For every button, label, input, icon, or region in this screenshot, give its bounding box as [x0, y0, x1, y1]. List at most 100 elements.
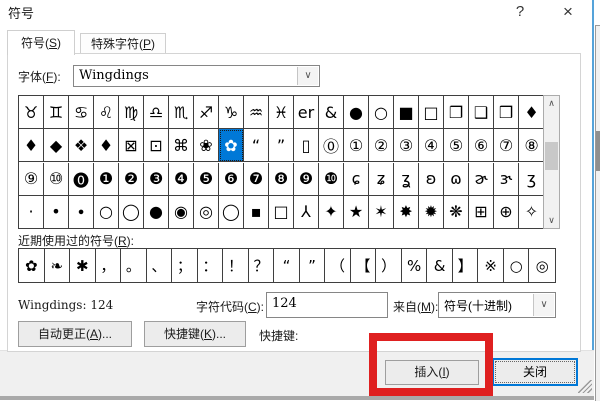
symbol-cell[interactable]: ★	[344, 195, 369, 228]
symbol-cell[interactable]: ♦	[94, 129, 119, 163]
symbol-cell[interactable]: ※	[478, 249, 504, 282]
symbol-cell[interactable]: ♎	[144, 96, 169, 129]
symbol-cell[interactable]: ○	[369, 96, 394, 129]
symbol-cell[interactable]: ❧	[45, 249, 71, 282]
symbol-cell[interactable]: ❷	[119, 162, 144, 196]
symbol-cell[interactable]: ①	[344, 129, 369, 163]
symbol-cell[interactable]: ɝ	[494, 162, 519, 196]
symbol-cell[interactable]: ⓿	[69, 162, 94, 196]
symbol-cell[interactable]: ❹	[169, 162, 194, 196]
symbol-cell[interactable]: ɷ	[444, 162, 469, 196]
symbol-cell[interactable]: ❋	[444, 195, 469, 228]
symbol-cell[interactable]: ♓	[269, 96, 294, 129]
background-window-scrollbar[interactable]	[595, 25, 600, 401]
symbol-cell[interactable]: ⅄	[294, 195, 319, 228]
symbol-cell[interactable]: ✿	[19, 249, 45, 282]
symbol-cell[interactable]: ⑦	[494, 129, 519, 163]
symbol-cell[interactable]: ▯	[294, 129, 319, 163]
symbol-cell[interactable]: ❾	[294, 162, 319, 196]
resize-grip[interactable]	[578, 380, 592, 393]
tab-symbols[interactable]: 符号(S)	[7, 30, 75, 55]
symbol-cell[interactable]: ④	[419, 129, 444, 163]
symbol-cell[interactable]: ○	[504, 249, 530, 282]
symbol-cell[interactable]: “	[274, 249, 300, 282]
font-combobox[interactable]: Wingdings ∨	[73, 65, 320, 87]
symbol-cell[interactable]: ·	[19, 195, 44, 228]
symbol-cell[interactable]: ⊞	[469, 195, 494, 228]
scroll-down-icon[interactable]: ∨	[544, 213, 559, 228]
symbol-cell[interactable]: ♦	[519, 96, 544, 129]
symbol-cell[interactable]: ⑤	[444, 129, 469, 163]
symbol-cell[interactable]: ✸	[394, 195, 419, 228]
symbol-cell-selected[interactable]: ✿	[219, 129, 244, 163]
symbol-cell[interactable]: ）	[376, 249, 402, 282]
symbol-cell[interactable]: ♉	[19, 96, 44, 129]
symbol-cell[interactable]: ✹	[419, 195, 444, 228]
symbol-cell[interactable]: ✦	[319, 195, 344, 228]
symbol-cell[interactable]: ❀	[194, 129, 219, 163]
symbol-cell[interactable]: ！	[223, 249, 249, 282]
symbol-cell[interactable]: ⊡	[144, 129, 169, 163]
symbol-cell[interactable]: 、	[147, 249, 173, 282]
symbol-cell[interactable]: ♋	[69, 96, 94, 129]
symbol-cell[interactable]: ■	[394, 96, 419, 129]
symbol-cell[interactable]: ♍	[119, 96, 144, 129]
symbol-cell[interactable]: ∙	[69, 195, 94, 228]
symbol-cell[interactable]: ♏	[169, 96, 194, 129]
chevron-down-icon[interactable]: ∨	[297, 67, 318, 85]
symbol-cell[interactable]: ▪	[244, 195, 269, 228]
symbol-cell[interactable]: ❽	[269, 162, 294, 196]
symbol-cell[interactable]: ◎	[529, 249, 555, 282]
from-combobox[interactable]: 符号(十进制) ∨	[438, 292, 556, 318]
chevron-down-icon[interactable]: ∨	[533, 294, 554, 316]
symbol-cell[interactable]: ⓪	[319, 129, 344, 163]
symbol-cell[interactable]: ⑩	[44, 162, 69, 196]
symbol-cell[interactable]: ⑨	[19, 162, 44, 196]
symbol-cell[interactable]: ʚ	[419, 162, 444, 196]
symbol-cell[interactable]: ⌘	[169, 129, 194, 163]
symbol-grid-scrollbar[interactable]: ∧ ∨	[543, 95, 560, 229]
symbol-cell[interactable]: ✶	[369, 195, 394, 228]
symbol-cell[interactable]: ：	[198, 249, 224, 282]
symbol-cell[interactable]: ❶	[94, 162, 119, 196]
symbol-cell[interactable]: ⑧	[519, 129, 544, 163]
char-code-input[interactable]: 124	[266, 292, 388, 318]
symbol-cell[interactable]: ❿	[319, 162, 344, 196]
symbol-cell[interactable]: 】	[453, 249, 479, 282]
symbol-cell[interactable]: ʑ	[369, 162, 394, 196]
symbol-cell[interactable]: ❼	[244, 162, 269, 196]
close-icon[interactable]: ×	[551, 0, 585, 23]
symbol-cell[interactable]: “	[244, 129, 269, 163]
symbol-cell[interactable]: ✧	[519, 196, 544, 228]
symbol-cell[interactable]: 。	[121, 249, 147, 282]
symbol-cell[interactable]: ；	[172, 249, 198, 282]
symbol-cell[interactable]: ？	[249, 249, 275, 282]
symbol-cell[interactable]: ◆	[44, 129, 69, 163]
scrollbar-thumb[interactable]	[545, 142, 558, 170]
symbol-cell[interactable]: ♐	[194, 96, 219, 129]
symbol-cell[interactable]: ◉	[169, 195, 194, 228]
symbol-cell[interactable]: &	[427, 249, 453, 282]
symbol-cell[interactable]: ”	[269, 129, 294, 163]
symbol-cell[interactable]: ③	[394, 129, 419, 163]
symbol-cell[interactable]: ♒	[244, 96, 269, 129]
symbol-cell[interactable]: %	[402, 249, 428, 282]
symbol-cell[interactable]: （	[325, 249, 351, 282]
scroll-up-icon[interactable]: ∧	[544, 96, 559, 111]
symbol-cell[interactable]: ❸	[144, 162, 169, 196]
symbol-cell[interactable]: ◎	[194, 195, 219, 228]
symbol-cell[interactable]: ♦	[19, 129, 44, 163]
symbol-cell[interactable]: ♑	[219, 96, 244, 129]
symbol-cell[interactable]: ◯	[219, 195, 244, 228]
symbol-cell[interactable]: ♌	[94, 96, 119, 129]
symbol-cell[interactable]: ”	[300, 249, 326, 282]
symbol-cell[interactable]: ❐	[444, 96, 469, 129]
symbol-cell[interactable]: ɕ	[344, 162, 369, 196]
tab-special-characters[interactable]: 特殊字符(P)	[80, 33, 166, 54]
symbol-cell[interactable]: ⊠	[119, 129, 144, 163]
autocorrect-button[interactable]: 自动更正(A)...	[18, 321, 132, 347]
symbol-cell[interactable]: ❺	[194, 162, 219, 196]
symbol-cell[interactable]: ⊕	[494, 195, 519, 228]
symbol-cell[interactable]: ◯	[119, 195, 144, 228]
symbol-cell[interactable]: ⑥	[469, 129, 494, 163]
